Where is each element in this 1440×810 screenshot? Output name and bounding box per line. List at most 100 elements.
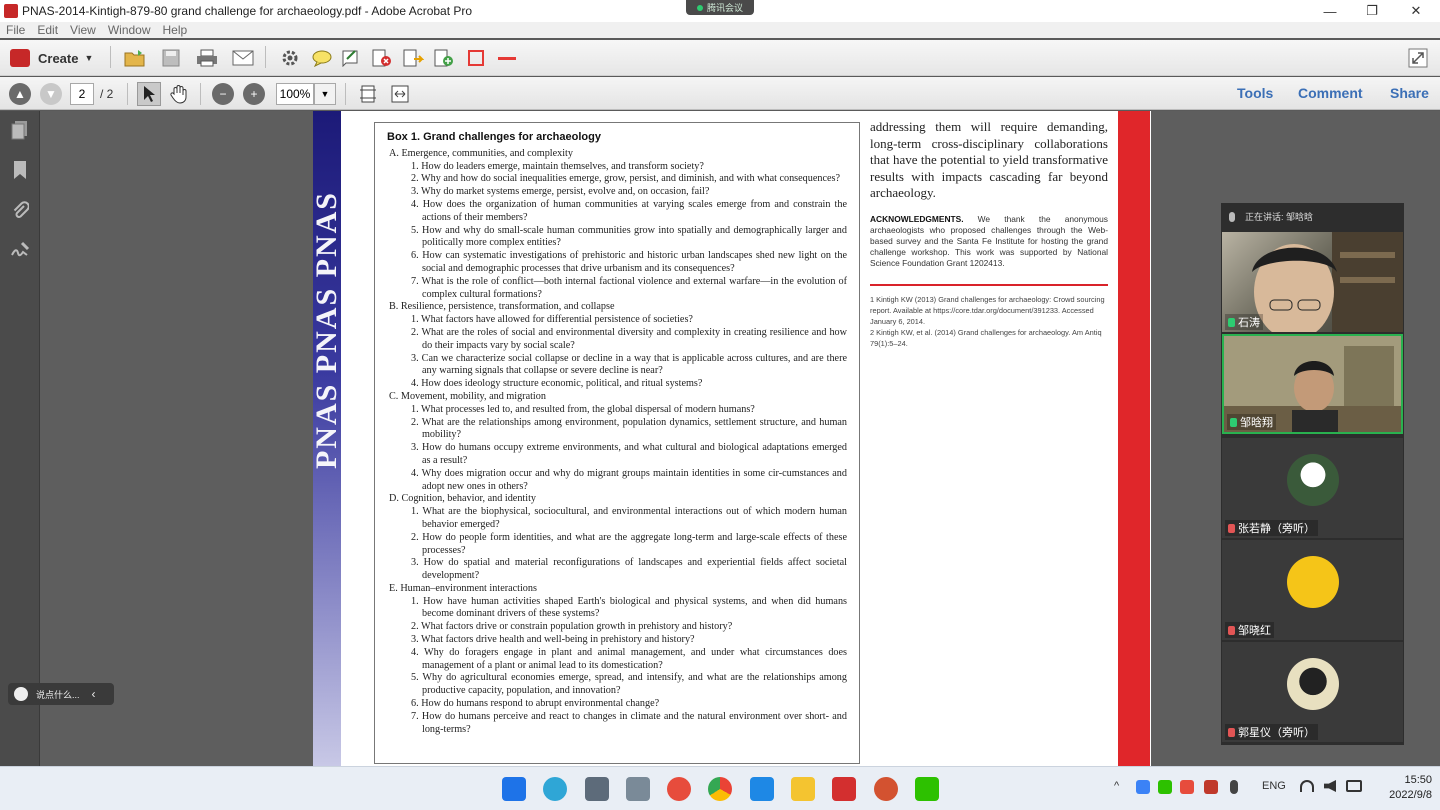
menu-edit[interactable]: Edit [37, 23, 58, 37]
fit-width-icon[interactable] [388, 82, 412, 106]
chrome-icon[interactable] [708, 777, 732, 801]
participant-name: 郭星仪（旁听） [1225, 724, 1318, 740]
participant-tile-speaking[interactable]: 邹晗翔 [1222, 334, 1403, 434]
question-item: 1. How have human activities shaped Eart… [411, 595, 847, 620]
comment-bubble-icon[interactable] [310, 46, 334, 70]
microphone-icon[interactable] [1230, 780, 1238, 794]
menu-help[interactable]: Help [163, 23, 188, 37]
app-icon[interactable] [667, 777, 691, 801]
restore-button[interactable]: ❐ [1352, 0, 1392, 22]
minimize-button[interactable]: — [1310, 0, 1350, 22]
chevron-up-icon[interactable]: ^ [1114, 780, 1119, 792]
participant-tile[interactable]: 石涛 [1222, 232, 1403, 332]
mic-muted-icon [1228, 727, 1235, 737]
meeting-panel: 正在讲话: 邹晗晗 石涛 邹晗翔 张若静（旁听） 邹晓红 郭星仪（旁听） [1221, 203, 1404, 745]
participant-tile[interactable]: 张若静（旁听） [1222, 438, 1403, 538]
question-item: 3. Can we characterize social collapse o… [411, 352, 847, 377]
question-item: 4. Why does migration occur and why do m… [411, 467, 847, 492]
question-item: 2. What are the roles of social and envi… [411, 326, 847, 351]
section-heading: D. Cognition, behavior, and identity [389, 493, 537, 505]
rectangle-tool-icon[interactable] [464, 46, 488, 70]
question-item: 4. Why do foragers engage in plant and a… [411, 646, 847, 671]
save-icon[interactable] [159, 46, 183, 70]
meeting-app-icon[interactable] [750, 777, 774, 801]
next-page-icon[interactable]: ▼ [40, 83, 62, 105]
question-item: 3. How do spatial and material reconfigu… [411, 557, 847, 582]
battery-icon[interactable] [1346, 780, 1362, 792]
fit-page-icon[interactable] [356, 82, 380, 106]
participant-name: 石涛 [1225, 314, 1263, 330]
question-item: 3. Why do market systems emerge, persist… [411, 186, 710, 198]
volume-icon[interactable] [1324, 780, 1336, 792]
print-icon[interactable] [195, 46, 219, 70]
speaking-indicator: 正在讲话: 邹晗晗 [1221, 203, 1404, 230]
attachments-icon[interactable] [9, 199, 31, 221]
select-cursor-icon[interactable] [137, 82, 161, 106]
gear-icon[interactable] [278, 46, 302, 70]
sign-icon[interactable] [340, 46, 364, 70]
wechat-tray-icon[interactable] [1158, 780, 1172, 794]
bookmarks-icon[interactable] [9, 159, 31, 181]
email-icon[interactable] [231, 46, 255, 70]
chat-input-pill[interactable]: 说点什么... ‹ [8, 683, 114, 705]
comment-link[interactable]: Comment [1298, 85, 1363, 101]
tray-app-icon[interactable] [1136, 780, 1150, 794]
powerpoint-icon[interactable] [874, 777, 898, 801]
hand-tool-icon[interactable] [167, 82, 191, 106]
participant-tile[interactable]: 邹晓红 [1222, 540, 1403, 640]
question-item: 7. How do humans perceive and react to c… [411, 710, 847, 735]
wifi-icon[interactable] [1300, 780, 1314, 792]
tray-app-icon[interactable] [1204, 780, 1218, 794]
speaking-label: 正在讲话: 邹晗晗 [1245, 212, 1314, 222]
menu-view[interactable]: View [70, 23, 96, 37]
zoom-in-icon[interactable]: + [243, 83, 265, 105]
question-item: 7. What is the role of conflict—both int… [411, 275, 847, 300]
meeting-indicator[interactable]: 腾讯会议 [686, 0, 754, 15]
navigation-toolbar: ▲ ▼ 2 / 2 − + 100% ▼ Tools Comment Share [0, 77, 1440, 110]
question-item: 3. How do humans occupy extreme environm… [411, 442, 847, 466]
create-button[interactable]: Create ▼ [10, 47, 93, 69]
signatures-icon[interactable] [9, 239, 31, 261]
question-item: 6. How do humans respond to abrupt envir… [411, 698, 660, 710]
pnas-red-margin [1118, 111, 1150, 766]
app-icon[interactable] [626, 777, 650, 801]
participant-name: 张若静（旁听） [1225, 520, 1318, 536]
zoom-dropdown-icon[interactable]: ▼ [314, 83, 336, 105]
menu-window[interactable]: Window [108, 23, 151, 37]
line-tool-icon[interactable] [495, 46, 519, 70]
share-link[interactable]: Share [1390, 85, 1429, 101]
window-title: PNAS-2014-Kintigh-879-80 grand challenge… [22, 4, 473, 18]
language-indicator[interactable]: ENG [1262, 780, 1286, 792]
file-explorer-icon[interactable] [791, 777, 815, 801]
participant-tile[interactable]: 郭星仪（旁听） [1222, 642, 1403, 742]
chevron-left-icon[interactable]: ‹ [92, 687, 96, 701]
pnas-logo-text: PNAS PNAS PNAS [313, 191, 343, 470]
start-icon[interactable] [502, 777, 526, 801]
zoom-out-icon[interactable]: − [212, 83, 234, 105]
page-thumbnails-icon[interactable] [9, 119, 31, 141]
acrobat-icon[interactable] [832, 777, 856, 801]
open-folder-icon[interactable] [123, 46, 147, 70]
wechat-icon[interactable] [915, 777, 939, 801]
close-button[interactable]: ✕ [1396, 0, 1436, 22]
participant-name: 邹晓红 [1225, 622, 1274, 638]
create-icon [10, 49, 30, 67]
insert-page-icon[interactable] [432, 46, 456, 70]
page-number-input[interactable]: 2 [70, 83, 94, 105]
clock[interactable]: 15:50 2022/9/8 [1372, 773, 1432, 803]
question-item: 1. What are the biophysical, sociocultur… [411, 506, 847, 530]
export-icon[interactable] [401, 46, 425, 70]
fullscreen-icon[interactable] [1406, 46, 1430, 70]
tray-app-icon[interactable] [1180, 780, 1194, 794]
avatar [1287, 454, 1339, 506]
previous-page-icon[interactable]: ▲ [9, 83, 31, 105]
zoom-input[interactable]: 100% [276, 83, 314, 105]
navigation-pane [0, 111, 40, 766]
edge-icon[interactable] [543, 777, 567, 801]
menu-file[interactable]: File [6, 23, 25, 37]
divider [870, 283, 1108, 286]
calculator-icon[interactable] [585, 777, 609, 801]
delete-pages-icon[interactable] [370, 46, 394, 70]
reference-1: 1 Kintigh KW (2013) Grand challenges for… [870, 294, 1105, 326]
tools-link[interactable]: Tools [1237, 85, 1273, 101]
